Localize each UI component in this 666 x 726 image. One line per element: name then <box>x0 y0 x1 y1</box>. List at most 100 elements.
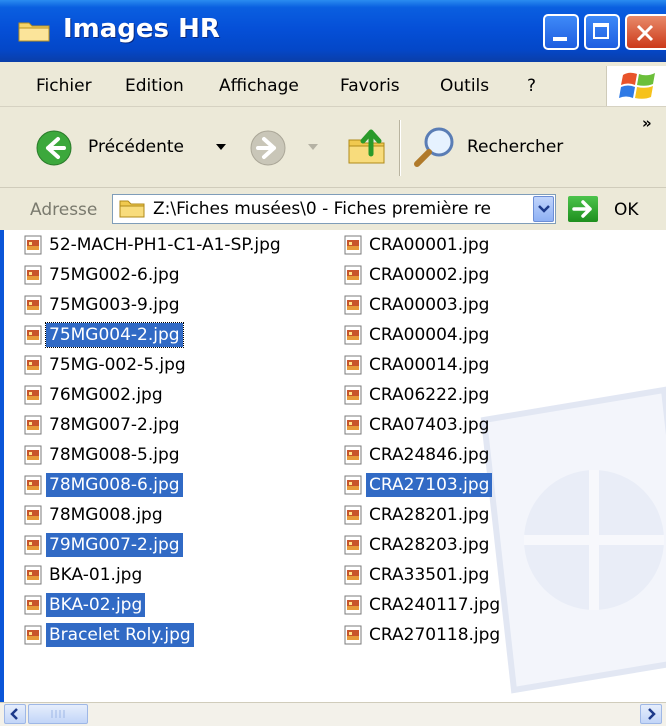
file-item[interactable]: 75MG002-6.jpg <box>24 260 183 290</box>
file-item[interactable]: CRA06222.jpg <box>344 380 492 410</box>
file-item[interactable]: 76MG002.jpg <box>24 380 166 410</box>
file-name: CRA28203.jpg <box>369 535 490 555</box>
chevron-down-icon <box>538 205 550 213</box>
menu-outils[interactable]: Outils <box>440 76 489 96</box>
file-name: 78MG008-6.jpg <box>46 473 183 497</box>
jpeg-file-icon <box>24 295 42 315</box>
file-name: 78MG008-5.jpg <box>49 445 180 465</box>
file-item[interactable]: CRA270118.jpg <box>344 620 503 650</box>
file-item[interactable]: CRA240117.jpg <box>344 590 503 620</box>
file-item[interactable]: CRA28203.jpg <box>344 530 492 560</box>
scroll-right-button[interactable] <box>640 704 662 724</box>
file-item[interactable]: BKA-01.jpg <box>24 560 145 590</box>
file-name: 52-MACH-PH1-C1-A1-SP.jpg <box>49 235 281 255</box>
scroll-left-button[interactable] <box>4 704 26 724</box>
jpeg-file-icon <box>24 565 42 585</box>
file-item[interactable]: CRA27103.jpg <box>344 470 493 500</box>
file-name: CRA06222.jpg <box>369 385 490 405</box>
menu-help[interactable]: ? <box>527 76 536 96</box>
file-item[interactable]: 75MG-002-5.jpg <box>24 350 189 380</box>
jpeg-file-icon <box>24 505 42 525</box>
jpeg-file-icon <box>344 325 362 345</box>
file-name: CRA240117.jpg <box>369 595 501 615</box>
jpeg-file-icon <box>344 235 362 255</box>
back-label: Précédente <box>88 137 184 157</box>
file-item[interactable]: 78MG008-5.jpg <box>24 440 183 470</box>
jpeg-file-icon <box>344 565 362 585</box>
search-button[interactable]: Rechercher <box>412 124 592 168</box>
file-item[interactable]: BKA-02.jpg <box>24 590 146 620</box>
menu-affichage[interactable]: Affichage <box>219 76 299 96</box>
address-input[interactable]: Z:\Fiches musées\0 - Fiches première re <box>112 194 556 224</box>
file-item[interactable]: CRA24846.jpg <box>344 440 492 470</box>
file-item[interactable]: CRA00002.jpg <box>344 260 492 290</box>
up-folder-button[interactable] <box>345 124 389 168</box>
back-dropdown-icon[interactable] <box>216 144 226 152</box>
jpeg-file-icon <box>24 235 42 255</box>
explorer-window: Images HR Fichier Edition Affichage Favo… <box>0 0 666 726</box>
folder-up-icon <box>348 129 385 164</box>
file-name: CRA00001.jpg <box>369 235 490 255</box>
jpeg-file-icon <box>344 505 362 525</box>
file-item[interactable]: CRA28201.jpg <box>344 500 492 530</box>
back-arrow-icon <box>36 130 72 166</box>
jpeg-file-icon <box>344 475 362 495</box>
file-item[interactable]: 78MG008.jpg <box>24 500 166 530</box>
file-item[interactable]: 79MG007-2.jpg <box>24 530 183 560</box>
minimize-button[interactable] <box>543 14 579 50</box>
file-item[interactable]: CRA00003.jpg <box>344 290 492 320</box>
file-item[interactable]: CRA07403.jpg <box>344 410 492 440</box>
jpeg-file-icon <box>24 265 42 285</box>
jpeg-file-icon <box>24 385 42 405</box>
menu-favoris[interactable]: Favoris <box>340 76 400 96</box>
jpeg-file-icon <box>24 355 42 375</box>
title-bar[interactable]: Images HR <box>0 0 666 62</box>
back-button[interactable]: Précédente <box>36 128 234 168</box>
go-label[interactable]: OK <box>614 200 639 220</box>
menu-fichier[interactable]: Fichier <box>36 76 92 96</box>
file-name: CRA24846.jpg <box>369 445 490 465</box>
jpeg-file-icon <box>344 295 362 315</box>
scroll-thumb[interactable] <box>28 704 88 724</box>
jpeg-file-icon <box>24 415 42 435</box>
file-item[interactable]: CRA33501.jpg <box>344 560 492 590</box>
file-item[interactable]: CRA00004.jpg <box>344 320 492 350</box>
maximize-button[interactable] <box>584 14 620 50</box>
file-item[interactable]: CRA00001.jpg <box>344 230 492 260</box>
go-button[interactable] <box>568 196 598 222</box>
file-item[interactable]: CRA00014.jpg <box>344 350 492 380</box>
file-item[interactable]: Bracelet Roly.jpg <box>24 620 194 650</box>
windows-logo <box>606 66 666 106</box>
file-name: 78MG007-2.jpg <box>49 415 180 435</box>
file-name: CRA00004.jpg <box>369 325 490 345</box>
jpeg-file-icon <box>344 445 362 465</box>
file-name: 75MG002-6.jpg <box>49 265 180 285</box>
menu-edition[interactable]: Edition <box>125 76 184 96</box>
toolbar-overflow-chevron-icon[interactable]: » <box>642 114 652 132</box>
minimize-icon <box>553 37 567 41</box>
file-name: BKA-02.jpg <box>46 593 146 617</box>
file-name: 75MG-002-5.jpg <box>49 355 186 375</box>
file-list[interactable]: 52-MACH-PH1-C1-A1-SP.jpg 75MG002-6.jpg 75M… <box>0 230 666 702</box>
search-label: Rechercher <box>467 137 564 157</box>
maximize-icon <box>593 23 609 39</box>
jpeg-file-icon <box>344 355 362 375</box>
file-item[interactable]: 75MG003-9.jpg <box>24 290 183 320</box>
file-item[interactable]: 52-MACH-PH1-C1-A1-SP.jpg <box>24 230 284 260</box>
jpeg-file-icon <box>24 595 42 615</box>
file-name: 75MG003-9.jpg <box>49 295 180 315</box>
file-item[interactable]: 78MG007-2.jpg <box>24 410 183 440</box>
close-icon <box>636 24 654 42</box>
forward-button[interactable] <box>250 128 330 168</box>
file-name: CRA28201.jpg <box>369 505 490 525</box>
horizontal-scrollbar[interactable] <box>0 702 666 726</box>
window-title: Images HR <box>63 14 220 44</box>
file-item[interactable]: 78MG008-6.jpg <box>24 470 183 500</box>
file-item[interactable]: 75MG004-2.jpg <box>24 320 184 350</box>
jpeg-file-icon <box>24 475 42 495</box>
jpeg-file-icon <box>24 625 42 645</box>
file-name: CRA00014.jpg <box>369 355 490 375</box>
close-button[interactable] <box>625 14 666 50</box>
folder-icon <box>18 22 50 42</box>
address-dropdown-button[interactable] <box>533 196 554 222</box>
